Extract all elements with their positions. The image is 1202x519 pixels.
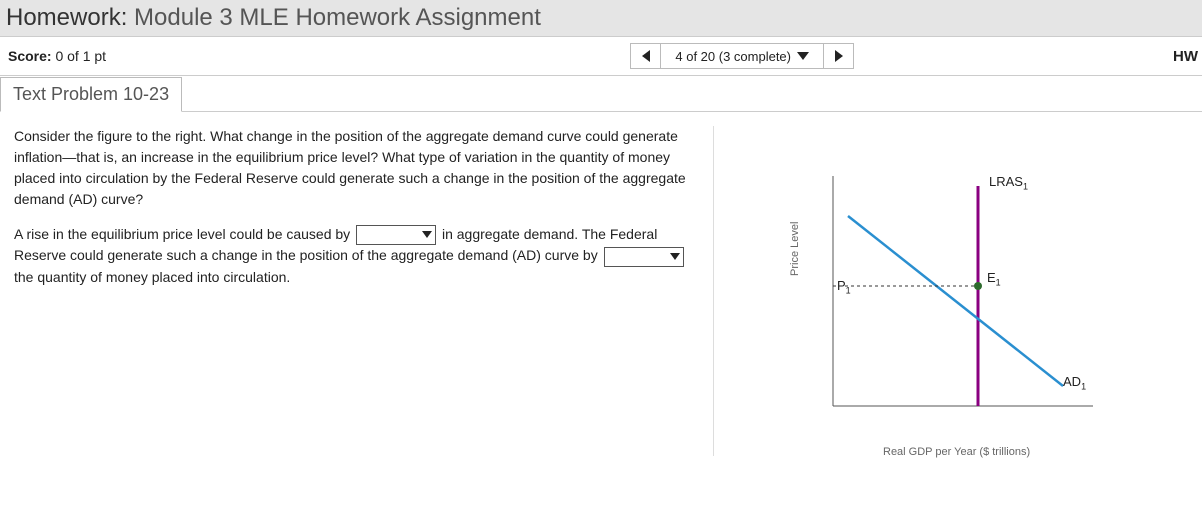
chevron-down-icon [797,52,809,60]
answer-dropdown-1[interactable] [356,225,436,245]
y-axis-label: Price Level [789,222,801,276]
price-label: P1 [837,278,851,296]
answer-sentence: A rise in the equilibrium price level co… [14,224,695,288]
x-axis-label: Real GDP per Year ($ trillions) [883,446,1030,458]
chevron-left-icon [642,50,650,62]
hw-badge: HW [1173,48,1198,65]
score-display: Score: 0 of 1 pt [8,48,106,64]
title-name: Module 3 MLE Homework Assignment [134,4,541,31]
answer-seg-1: A rise in the equilibrium price level co… [14,226,354,242]
question-position-dropdown[interactable]: 4 of 20 (3 complete) [661,44,823,68]
page-title: Homework: Module 3 MLE Homework Assignme… [0,0,1202,37]
score-nav-row: Score: 0 of 1 pt 4 of 20 (3 complete) HW [0,37,1202,76]
question-paragraph-1: Consider the figure to the right. What c… [14,126,695,210]
figure-panel: Price Level Real GDP per Year ($ trillio… [714,126,1192,456]
equilibrium-label: E1 [987,270,1001,288]
lras-label: LRAS1 [989,174,1028,192]
problem-tab[interactable]: Text Problem 10-23 [0,77,182,112]
nav-position-text: 4 of 20 (3 complete) [675,49,791,64]
problem-tab-row: Text Problem 10-23 [0,76,1202,112]
prev-question-button[interactable] [631,44,661,68]
chart-svg [803,156,1103,436]
next-question-button[interactable] [823,44,853,68]
answer-seg-3: the quantity of money placed into circul… [14,269,290,285]
ad-label: AD1 [1063,374,1086,392]
score-value: 0 of 1 pt [55,48,106,64]
content-area: Consider the figure to the right. What c… [0,112,1202,466]
score-label: Score: [8,48,52,64]
answer-dropdown-2[interactable] [604,247,684,267]
chevron-right-icon [835,50,843,62]
question-navigator: 4 of 20 (3 complete) [630,43,854,69]
title-prefix: Homework: [6,4,127,31]
economics-chart: Price Level Real GDP per Year ($ trillio… [803,156,1103,456]
question-panel: Consider the figure to the right. What c… [14,126,714,456]
